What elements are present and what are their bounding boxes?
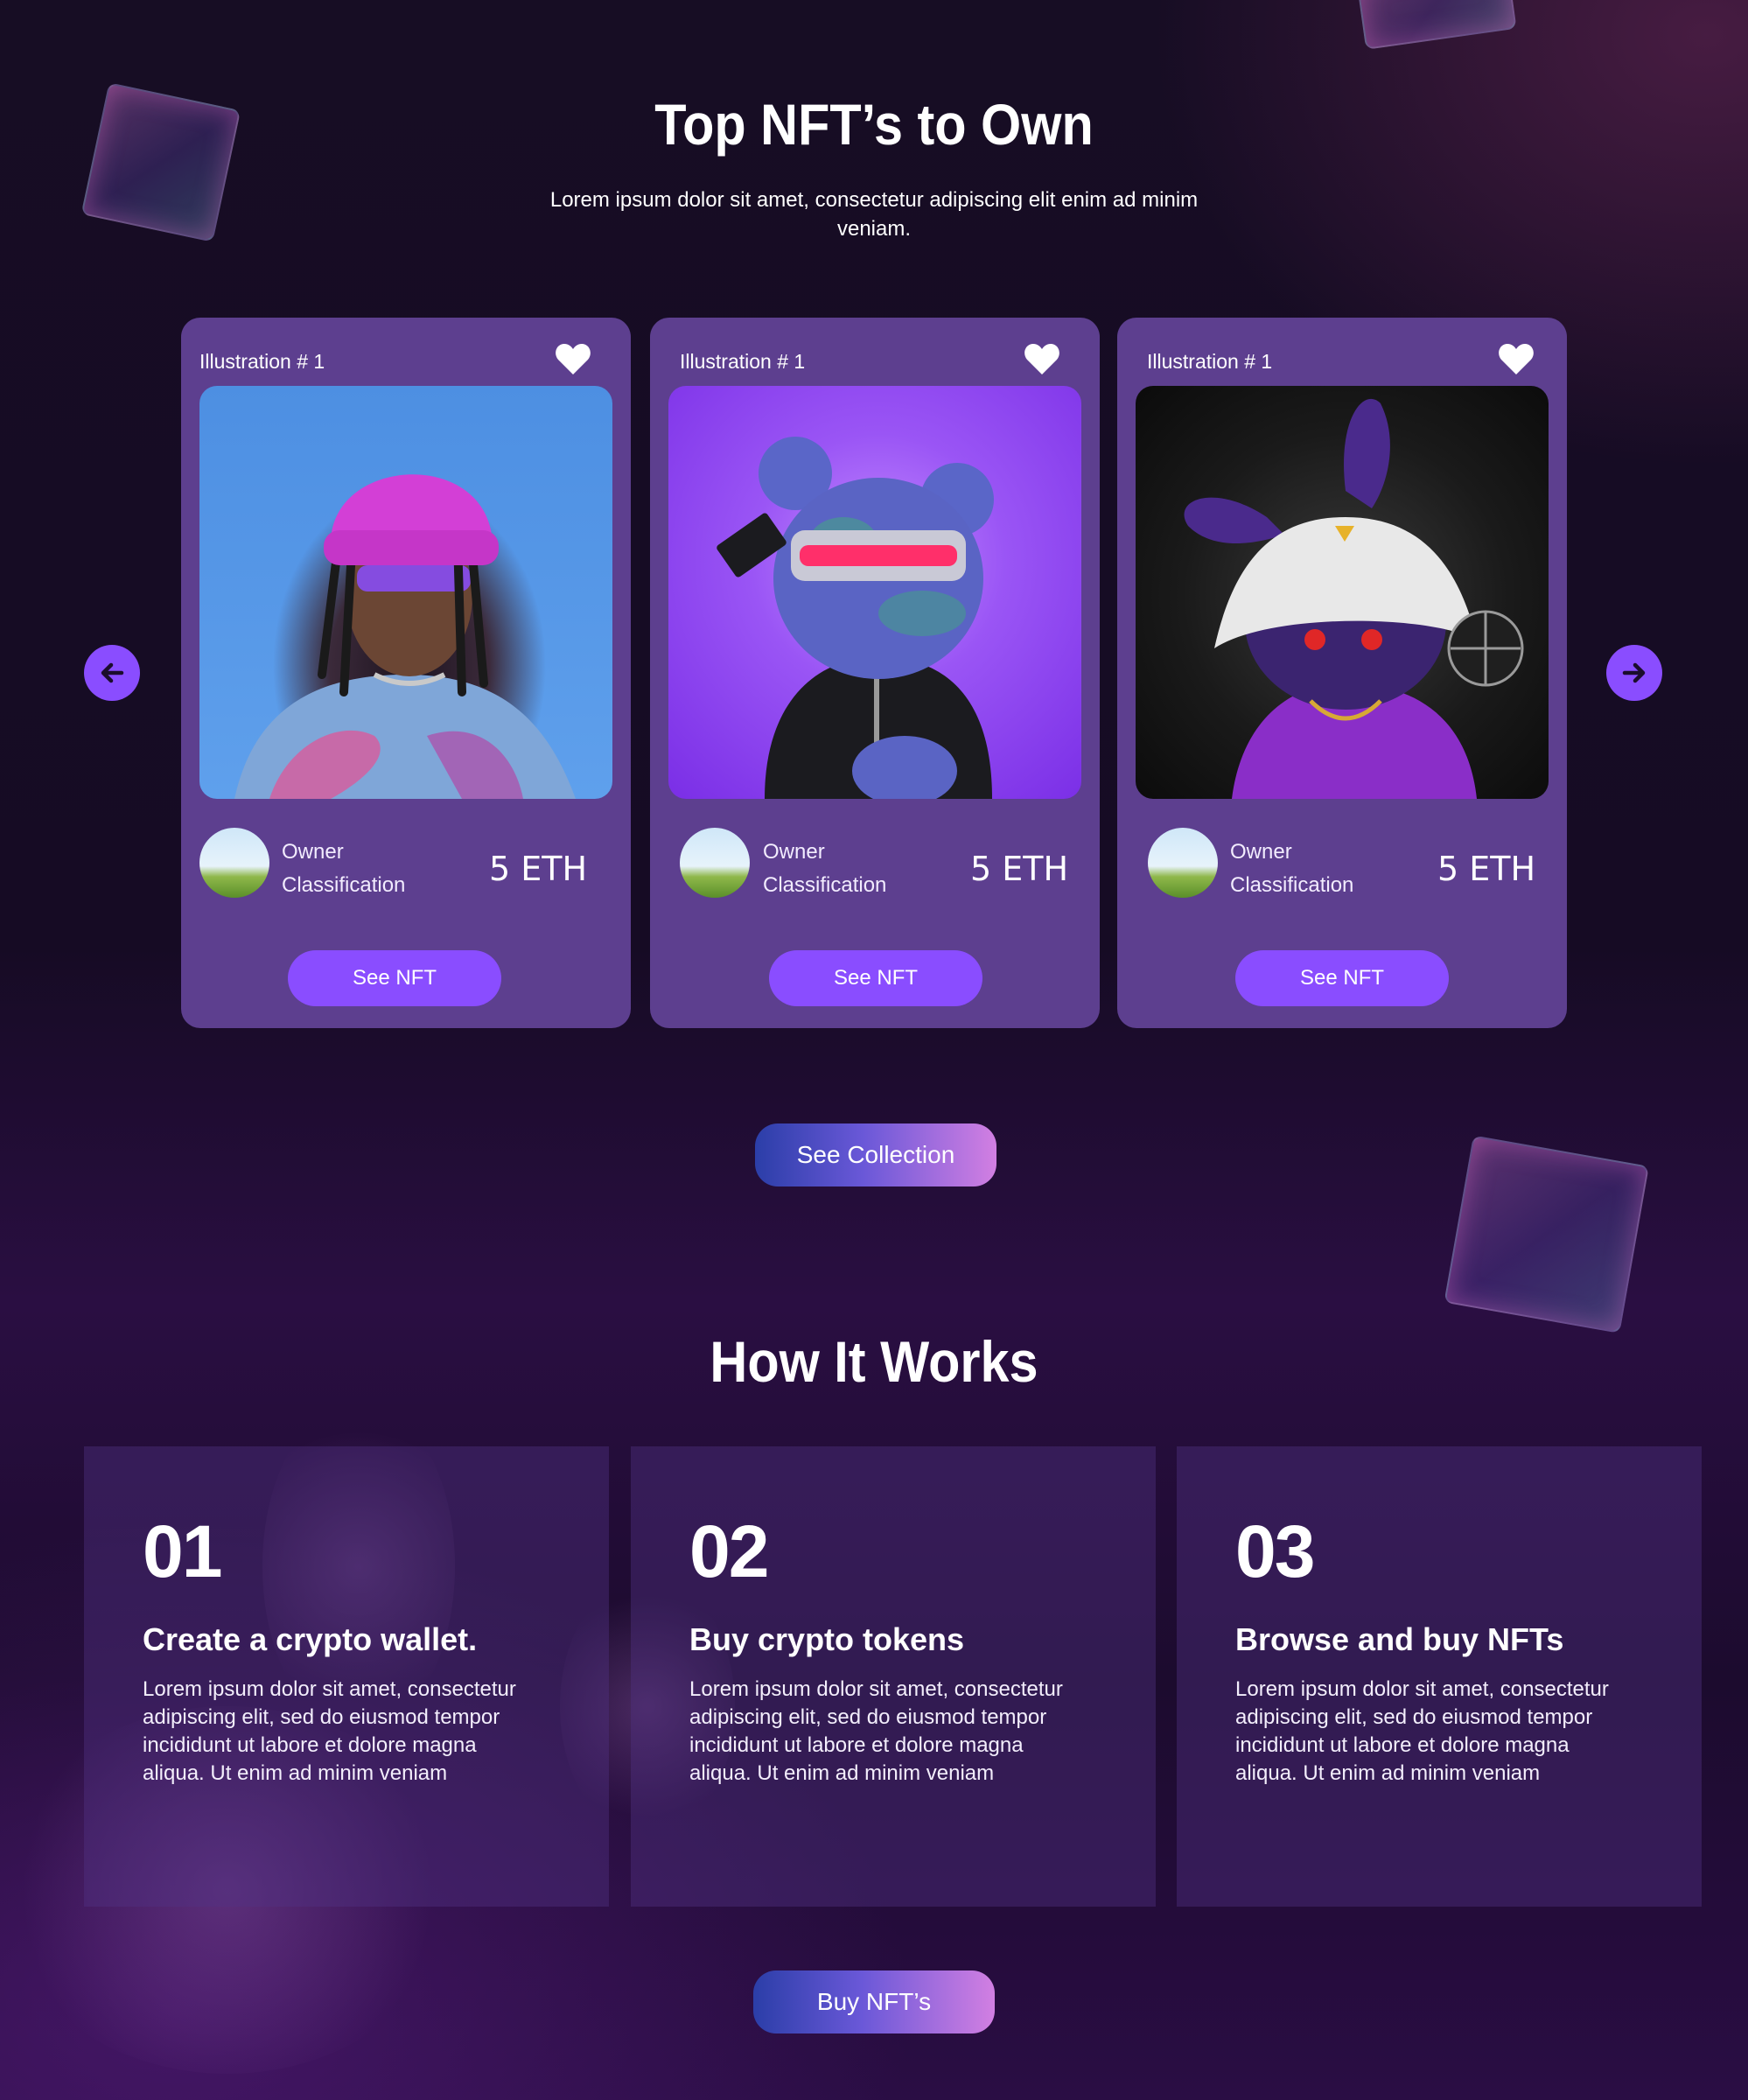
buy-nfts-button[interactable]: Buy NFT’s	[753, 1970, 995, 2034]
nft-card: Illustration # 1 Owner Classification 5 …	[181, 318, 631, 1028]
see-collection-button[interactable]: See Collection	[755, 1124, 996, 1186]
owner-avatar	[680, 828, 750, 898]
owner-info: Owner Classification	[282, 836, 405, 902]
step-description: Lorem ipsum dolor sit amet, consectetur …	[1235, 1677, 1609, 1785]
owner-label: Owner	[763, 840, 825, 864]
section-subtitle: Lorem ipsum dolor sit amet, consectetur …	[549, 188, 1199, 241]
section-title-how-it-works: How It Works	[710, 1329, 1038, 1394]
glass-cube-decoration	[1443, 1135, 1662, 1340]
nft-image-girl[interactable]	[199, 386, 612, 799]
nft-bear-illustration	[717, 437, 994, 799]
see-nft-button[interactable]: See NFT	[1235, 950, 1449, 1006]
classification-label: Classification	[282, 873, 406, 897]
step-title: Create a crypto wallet.	[143, 1621, 478, 1657]
nft-card: Illustration # 1 Owner Classification 5 …	[1117, 318, 1567, 1028]
owner-avatar	[199, 828, 269, 898]
step-number: 01	[143, 1510, 222, 1592]
glass-cube-decoration	[1355, 0, 1532, 55]
nft-card: Illustration # 1 Owner Classification 5 …	[650, 318, 1100, 1028]
nft-image-rabbit[interactable]	[1136, 386, 1549, 799]
step-description: Lorem ipsum dolor sit amet, consectetur …	[689, 1677, 1063, 1785]
section-title-top-nfts: Top NFT’s to Own	[654, 92, 1094, 157]
heart-icon[interactable]	[1024, 341, 1060, 376]
step-card: 02 Buy crypto tokens Lorem ipsum dolor s…	[631, 1446, 1156, 1907]
classification-label: Classification	[1230, 873, 1354, 897]
owner-avatar	[1148, 828, 1218, 898]
nft-image-bear[interactable]	[668, 386, 1081, 799]
classification-label: Classification	[763, 873, 887, 897]
step-number: 03	[1235, 1510, 1315, 1592]
owner-info: Owner Classification	[1230, 836, 1353, 902]
carousel-prev-button[interactable]	[84, 645, 140, 701]
step-number: 02	[689, 1510, 769, 1592]
owner-label: Owner	[1230, 840, 1292, 864]
nft-price: 5 ETH	[1437, 850, 1536, 888]
arrow-right-icon	[1622, 662, 1646, 683]
owner-label: Owner	[282, 840, 344, 864]
nft-price: 5 ETH	[489, 850, 588, 888]
step-title: Buy crypto tokens	[689, 1621, 965, 1657]
carousel-next-button[interactable]	[1606, 645, 1662, 701]
step-card: 01 Create a crypto wallet. Lorem ipsum d…	[84, 1446, 609, 1907]
step-title: Browse and buy NFTs	[1235, 1621, 1564, 1657]
heart-icon[interactable]	[1498, 341, 1535, 376]
see-nft-button[interactable]: See NFT	[769, 950, 982, 1006]
nft-price: 5 ETH	[970, 850, 1069, 888]
heart-icon[interactable]	[555, 341, 591, 376]
step-card: 03 Browse and buy NFTs Lorem ipsum dolor…	[1177, 1446, 1702, 1907]
card-label: Illustration # 1	[1147, 350, 1273, 373]
nft-rabbit-illustration	[1184, 398, 1524, 799]
nft-girl-illustration	[234, 474, 576, 799]
see-nft-button[interactable]: See NFT	[288, 950, 501, 1006]
card-label: Illustration # 1	[199, 350, 325, 373]
arrow-left-icon	[101, 662, 124, 683]
step-description: Lorem ipsum dolor sit amet, consectetur …	[143, 1677, 516, 1785]
card-label: Illustration # 1	[680, 350, 806, 373]
owner-info: Owner Classification	[763, 836, 886, 902]
